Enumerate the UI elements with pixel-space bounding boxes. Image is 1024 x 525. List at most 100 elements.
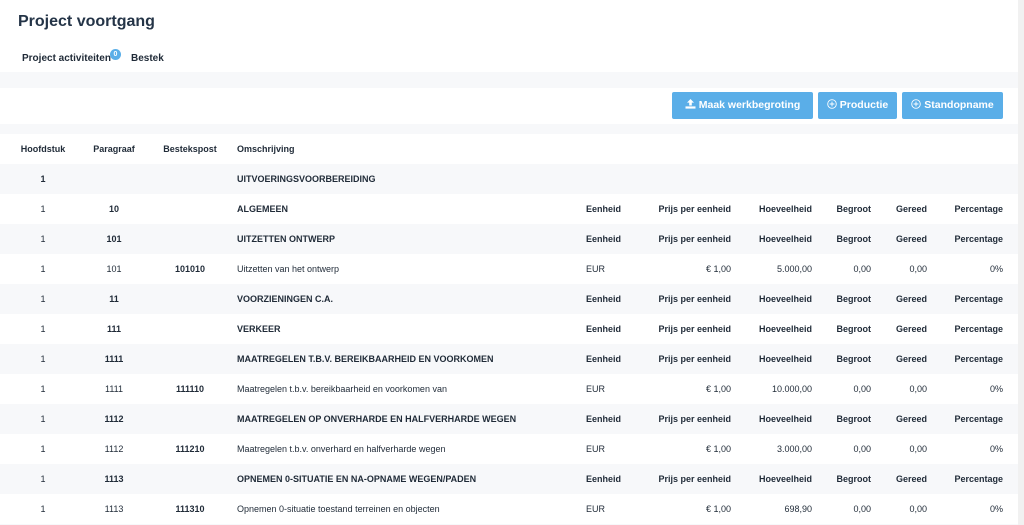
cell-omschrijving: MAATREGELEN T.B.V. BEREIKBAARHEID EN VOO… (237, 354, 494, 364)
cell-begroot: 0,00 (853, 384, 871, 394)
cell-prijs-label: Prijs per eenheid (658, 324, 731, 334)
cell-hoeveelheid-label: Hoeveelheid (758, 354, 812, 364)
cell-prijs-label: Prijs per eenheid (658, 204, 731, 214)
cell-hoeveelheid: 5.000,00 (776, 264, 812, 274)
cell-gereed-label: Gereed (895, 474, 927, 484)
cell-paragraaf: 1112 (104, 414, 124, 424)
cell-omschrijving: ALGEMEEN (237, 204, 289, 214)
vertical-scrollbar[interactable] (1018, 0, 1024, 525)
cell-hoofdstuk: 1 (40, 384, 46, 394)
cell-hoeveelheid-label: Hoeveelheid (758, 324, 812, 334)
cell-hoofdstuk: 1 (40, 174, 46, 184)
cell-hoofdstuk: 1 (40, 474, 46, 484)
table-row[interactable]: 1 101 101010 Uitzetten van het ontwerp E… (0, 254, 1018, 284)
cell-omschrijving: OPNEMEN 0-SITUATIE EN NA-OPNAME WEGEN/PA… (237, 474, 477, 484)
cell-prijs-label: Prijs per eenheid (658, 354, 731, 364)
cell-begroot: 0,00 (853, 264, 871, 274)
column-header-omschrijving[interactable]: Omschrijving (237, 134, 577, 164)
cell-begroot-label: Begroot (836, 354, 872, 364)
cell-percentage-label: Percentage (954, 204, 1003, 214)
table-header: Hoofdstuk Paragraaf Bestekspost Omschrij… (0, 134, 1018, 164)
tab-bestek[interactable]: Bestek (131, 53, 164, 64)
cell-prijs: € 1,00 (705, 264, 731, 274)
table-row[interactable]: 1 1113 OPNEMEN 0-SITUATIE EN NA-OPNAME W… (0, 464, 1018, 494)
cell-paragraaf: 1113 (104, 504, 124, 514)
cell-hoeveelheid: 10.000,00 (771, 384, 812, 394)
cell-omschrijving: Maatregelen t.b.v. onverhard en halfverh… (237, 444, 446, 454)
table-row[interactable]: 1 1112 111210 Maatregelen t.b.v. onverha… (0, 434, 1018, 464)
cell-begroot-label: Begroot (836, 204, 872, 214)
top-bar: Project voortgang (0, 0, 1018, 46)
cell-bestekspost: 101010 (174, 264, 206, 274)
cell-gereed-label: Gereed (895, 414, 927, 424)
cell-paragraaf: 10 (108, 204, 119, 214)
cell-hoofdstuk: 1 (40, 354, 46, 364)
cell-paragraaf: 1111 (104, 354, 124, 364)
cell-prijs: € 1,00 (705, 504, 731, 514)
cell-eenheid: EUR (586, 504, 606, 514)
cell-eenheid-label: Eenheid (586, 474, 622, 484)
standopname-button[interactable]: Standopname (902, 92, 1003, 119)
column-header-paragraaf[interactable]: Paragraaf (78, 134, 150, 164)
cell-paragraaf: 111 (106, 324, 122, 334)
cell-percentage-label: Percentage (954, 474, 1003, 484)
cell-eenheid: EUR (586, 264, 606, 274)
cell-gereed-label: Gereed (895, 324, 927, 334)
cell-omschrijving: Maatregelen t.b.v. bereikbaarheid en voo… (237, 384, 447, 394)
tab-project-activiteiten[interactable]: Project activiteiten 0 (22, 49, 121, 64)
table-row[interactable]: 1 10 ALGEMEEN Eenheid Prijs per eenheid … (0, 194, 1018, 224)
table-row[interactable]: 1 1111 111110 Maatregelen t.b.v. bereikb… (0, 374, 1018, 404)
cell-hoofdstuk: 1 (40, 204, 46, 214)
tab-label: Project activiteiten (22, 53, 111, 64)
cell-prijs-label: Prijs per eenheid (658, 234, 731, 244)
cell-omschrijving: UITZETTEN ONTWERP (237, 234, 335, 244)
plus-circle-icon (827, 92, 837, 119)
cell-eenheid-label: Eenheid (586, 354, 622, 364)
cell-percentage-label: Percentage (954, 294, 1003, 304)
table-row[interactable]: 1 111 VERKEER Eenheid Prijs per eenheid … (0, 314, 1018, 344)
cell-percentage: 0% (989, 264, 1003, 274)
cell-begroot: 0,00 (853, 444, 871, 454)
cell-begroot-label: Begroot (836, 294, 872, 304)
main-content: Maak werkbegroting Productie Standopname… (0, 72, 1018, 525)
cell-bestekspost: 111310 (175, 504, 205, 514)
cell-gereed-label: Gereed (895, 354, 927, 364)
cell-hoeveelheid-label: Hoeveelheid (758, 294, 812, 304)
cell-hoeveelheid-label: Hoeveelheid (758, 474, 812, 484)
table-row[interactable]: 1 1111 MAATREGELEN T.B.V. BEREIKBAARHEID… (0, 344, 1018, 374)
table-row[interactable]: 1 11 VOORZIENINGEN C.A. Eenheid Prijs pe… (0, 284, 1018, 314)
cell-prijs-label: Prijs per eenheid (658, 414, 731, 424)
cell-eenheid: EUR (586, 384, 606, 394)
cell-hoofdstuk: 1 (40, 294, 46, 304)
cell-omschrijving: VOORZIENINGEN C.A. (237, 294, 334, 304)
cell-eenheid-label: Eenheid (586, 294, 622, 304)
cell-hoofdstuk: 1 (40, 264, 46, 274)
cell-eenheid-label: Eenheid (586, 234, 622, 244)
cell-gereed-label: Gereed (895, 294, 927, 304)
table-row[interactable]: 1 1112 MAATREGELEN OP ONVERHARDE EN HALF… (0, 404, 1018, 434)
cell-paragraaf: 101 (106, 264, 122, 274)
cell-hoofdstuk: 1 (40, 444, 46, 454)
cell-paragraaf: 11 (109, 294, 119, 304)
cell-hoofdstuk: 1 (40, 504, 46, 514)
page-title: Project voortgang (18, 13, 155, 30)
productie-button[interactable]: Productie (818, 92, 897, 119)
cell-omschrijving: MAATREGELEN OP ONVERHARDE EN HALFVERHARD… (237, 414, 517, 424)
cell-hoofdstuk: 1 (40, 414, 46, 424)
cell-eenheid-label: Eenheid (586, 204, 622, 214)
tab-label: Bestek (131, 53, 164, 64)
maak-werkbegroting-button[interactable]: Maak werkbegroting (672, 92, 813, 119)
column-header-bestekspost[interactable]: Bestekspost (150, 134, 230, 164)
cell-eenheid: EUR (586, 444, 606, 454)
cell-hoeveelheid-label: Hoeveelheid (758, 234, 812, 244)
upload-icon (685, 92, 696, 119)
table-row[interactable]: 1 UITVOERINGSVOORBEREIDING (0, 164, 1018, 194)
cell-hoeveelheid: 698,90 (784, 504, 812, 514)
cell-percentage: 0% (989, 384, 1003, 394)
cell-omschrijving: Opnemen 0-situatie toestand terreinen en… (237, 504, 440, 514)
table-row[interactable]: 1 1113 111310 Opnemen 0-situatie toestan… (0, 494, 1018, 524)
column-header-hoofdstuk[interactable]: Hoofdstuk (8, 134, 78, 164)
cell-hoeveelheid-label: Hoeveelheid (758, 204, 812, 214)
cell-begroot-label: Begroot (836, 324, 872, 334)
table-row[interactable]: 1 101 UITZETTEN ONTWERP Eenheid Prijs pe… (0, 224, 1018, 254)
